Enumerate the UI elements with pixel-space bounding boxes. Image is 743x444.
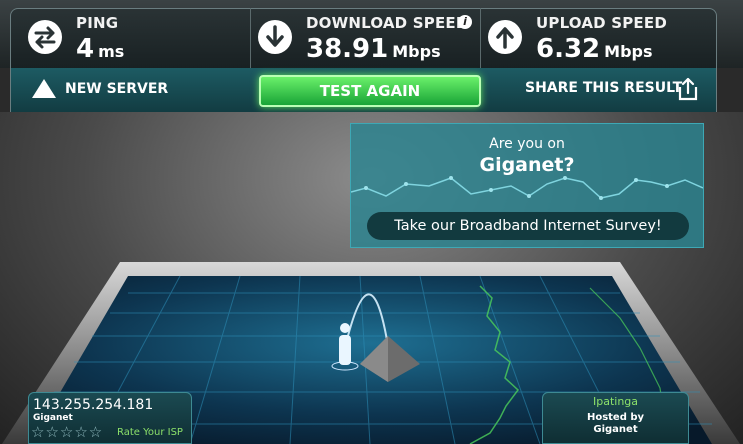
upload-number: 6.32 <box>536 34 601 64</box>
download-arrow-icon <box>258 20 292 54</box>
ping-label: PING <box>76 14 119 32</box>
info-icon[interactable]: i <box>458 15 472 29</box>
ping-value: 4 ms <box>76 34 124 64</box>
ping-metric: PING 4 ms <box>20 8 250 68</box>
decorative-sparkline <box>351 176 703 200</box>
client-ip: 143.255.254.181 <box>33 397 154 413</box>
rate-isp-link[interactable]: Rate Your ISP <box>117 427 183 438</box>
survey-button[interactable]: Take our Broadband Internet Survey! <box>367 212 689 240</box>
download-value: 38.91 Mbps <box>306 34 441 64</box>
survey-promo-panel: Are you on Giganet? Take our Broadband I… <box>350 123 704 248</box>
promo-question: Are you on <box>489 136 565 152</box>
swap-arrows-icon <box>28 20 62 54</box>
server-host: Giganet <box>593 424 638 435</box>
rating-stars[interactable]: ☆☆☆☆☆ <box>31 423 103 441</box>
client-info-box: 143.255.254.181 Giganet ☆☆☆☆☆ Rate Your … <box>28 392 192 444</box>
upload-label: UPLOAD SPEED <box>536 14 667 32</box>
server-info-box: Ipatinga Hosted by Giganet <box>542 392 689 444</box>
client-isp: Giganet <box>33 413 73 423</box>
share-icon[interactable] <box>677 77 699 101</box>
ping-number: 4 <box>76 34 95 64</box>
upload-unit: Mbps <box>604 42 653 61</box>
share-result-button[interactable]: SHARE THIS RESULT <box>525 80 682 96</box>
download-unit: Mbps <box>392 42 441 61</box>
server-triangle-icon <box>32 79 56 98</box>
new-server-label: NEW SERVER <box>65 81 169 97</box>
ping-unit: ms <box>98 42 125 61</box>
download-number: 38.91 <box>306 34 389 64</box>
server-city: Ipatinga <box>592 395 639 408</box>
upload-arrow-icon <box>488 20 522 54</box>
action-bar: NEW SERVER TEST AGAIN SHARE THIS RESULT <box>10 68 717 112</box>
test-again-button[interactable]: TEST AGAIN <box>259 75 481 107</box>
download-metric: DOWNLOAD SPEED i 38.91 Mbps <box>250 8 480 68</box>
upload-value: 6.32 Mbps <box>536 34 653 64</box>
upload-metric: UPLOAD SPEED 6.32 Mbps <box>480 8 710 68</box>
hosted-by-label: Hosted by <box>586 412 645 423</box>
download-label: DOWNLOAD SPEED <box>306 14 469 32</box>
